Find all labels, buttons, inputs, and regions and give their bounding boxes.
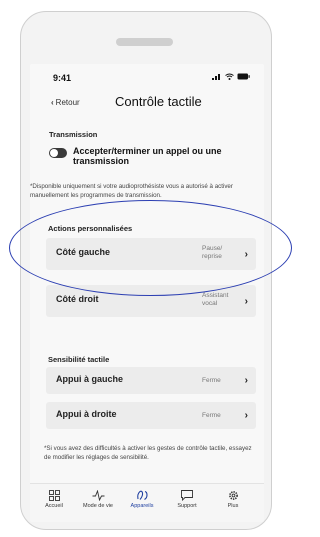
tap-right-value: Ferme: [202, 412, 221, 419]
tab-appareils[interactable]: Appareils: [122, 490, 162, 509]
grid-icon: [48, 490, 60, 501]
left-side-action-row[interactable]: Côté gauche Pause/ reprise ›: [46, 238, 256, 270]
tap-left-value: Ferme: [202, 377, 221, 384]
hearing-aid-icon: [136, 490, 148, 500]
signal-icon: [212, 74, 220, 80]
sensitivity-heading: Sensibilité tactile: [48, 355, 110, 364]
phone-frame: 9:41 ‹ Retour Contrôle tactile Transmiss…: [20, 11, 272, 530]
chevron-right-icon: ›: [244, 375, 248, 386]
right-side-action-row[interactable]: Côté droit Assistant vocal ›: [46, 285, 256, 317]
tab-plus-label: Plus: [227, 503, 239, 509]
right-side-value: Assistant vocal: [202, 292, 229, 307]
chevron-right-icon: ›: [244, 410, 248, 421]
tab-mode-de-vie-label: Mode de vie: [83, 503, 113, 509]
transmission-note: *Disponible uniquement si votre audiopro…: [30, 183, 233, 199]
system-icons: [212, 73, 250, 80]
chevron-left-icon: ‹: [51, 98, 54, 107]
tab-support-label: Support: [177, 503, 197, 509]
tab-plus[interactable]: Plus: [213, 490, 253, 509]
chevron-right-icon: ›: [244, 296, 248, 307]
chevron-right-icon: ›: [244, 249, 248, 260]
chat-icon: [181, 490, 193, 501]
transmission-toggle-label: Accepter/terminer un appel ou une transm…: [73, 146, 222, 166]
wifi-icon: [225, 73, 234, 80]
screen: 9:41 ‹ Retour Contrôle tactile Transmiss…: [30, 64, 264, 522]
left-side-value: Pause/ reprise: [202, 245, 223, 260]
battery-icon: [237, 73, 250, 80]
back-button[interactable]: ‹ Retour: [51, 98, 80, 107]
tab-mode-de-vie[interactable]: Mode de vie: [78, 490, 118, 509]
transmission-heading: Transmission: [49, 130, 98, 139]
speaker-grille: [116, 38, 173, 46]
right-side-label: Côté droit: [56, 294, 99, 304]
tap-left-row[interactable]: Appui à gauche Ferme ›: [46, 367, 256, 394]
custom-actions-heading: Actions personnalisées: [48, 224, 133, 233]
left-side-label: Côté gauche: [56, 247, 111, 257]
status-time: 9:41: [53, 73, 72, 83]
tab-support[interactable]: Support: [167, 490, 207, 509]
transmission-toggle-row: Accepter/terminer un appel ou une transm…: [49, 146, 223, 166]
page-title: Contrôle tactile: [115, 94, 202, 109]
transmission-toggle[interactable]: [49, 148, 67, 158]
sensitivity-note: *Si vous avez des difficultés à activer …: [44, 445, 252, 461]
back-label: Retour: [55, 98, 80, 107]
tap-left-label: Appui à gauche: [56, 374, 124, 384]
nav-bar: ‹ Retour Contrôle tactile: [30, 86, 264, 114]
tap-right-row[interactable]: Appui à droite Ferme ›: [46, 402, 256, 429]
tab-accueil[interactable]: Accueil: [34, 490, 74, 509]
tab-accueil-label: Accueil: [45, 503, 63, 509]
tab-bar: Accueil Mode de vie Appareils Support Pl…: [30, 483, 264, 522]
gear-icon: [228, 491, 238, 500]
activity-icon: [92, 490, 104, 501]
status-bar: 9:41: [30, 64, 264, 86]
tap-right-label: Appui à droite: [56, 409, 117, 419]
tab-appareils-label: Appareils: [130, 503, 154, 509]
